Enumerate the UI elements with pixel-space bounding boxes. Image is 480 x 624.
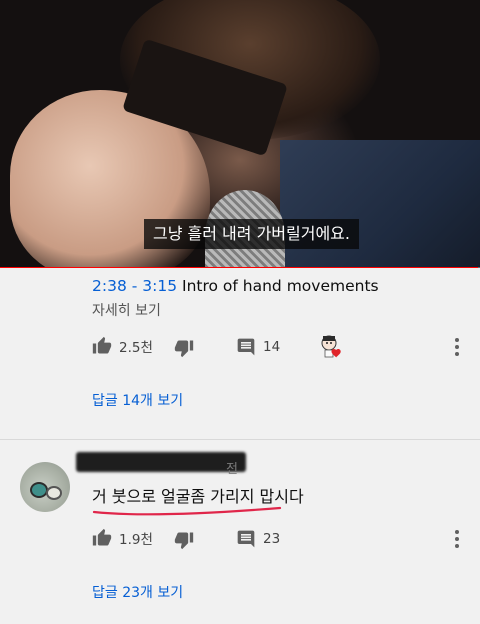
chapter-timestamp[interactable]: 2:38 - 3:15 (92, 277, 177, 295)
video-progress-fill (0, 267, 478, 268)
comment-icon (237, 530, 255, 548)
more-vertical-icon (455, 338, 459, 342)
creator-heart-icon (321, 335, 341, 358)
red-underline-annotation (92, 506, 282, 516)
comment-divider (0, 439, 480, 440)
video-progress-bar[interactable] (0, 267, 480, 268)
comment-icon (237, 338, 255, 356)
view-replies-link[interactable]: 답글 14개 보기 (92, 390, 183, 410)
more-options-button[interactable] (455, 338, 459, 356)
thumbs-down-icon (174, 340, 194, 358)
chapter-link[interactable]: 2:38 - 3:15 Intro of hand movements (92, 276, 379, 296)
comment-time: 전 (226, 462, 238, 477)
like-button[interactable]: 2.5천 (92, 336, 153, 356)
reply-button[interactable]: 14 (236, 337, 280, 357)
reply-button[interactable]: 23 (236, 529, 280, 549)
thumbs-up-icon (92, 528, 112, 546)
thumbs-up-icon (92, 336, 112, 354)
like-count: 1.9천 (119, 532, 153, 548)
like-count: 2.5천 (119, 340, 153, 356)
dislike-button[interactable] (174, 338, 194, 358)
thumbs-down-icon (174, 532, 194, 550)
view-replies-link[interactable]: 답글 23개 보기 (92, 582, 183, 602)
read-more-link[interactable]: 자세히 보기 (92, 300, 161, 320)
chapter-title: Intro of hand movements (182, 277, 379, 295)
video-caption: 그냥 흘러 내려 가버릴거에요. (144, 219, 359, 249)
reply-count: 23 (263, 531, 281, 547)
video-player[interactable]: 그냥 흘러 내려 가버릴거에요. (0, 0, 480, 268)
redacted-username (76, 452, 246, 472)
avatar[interactable] (20, 462, 70, 512)
more-vertical-icon (455, 530, 459, 534)
dislike-button[interactable] (174, 530, 194, 550)
like-button[interactable]: 1.9천 (92, 528, 153, 548)
reply-count: 14 (263, 339, 281, 355)
more-options-button[interactable] (455, 530, 459, 548)
